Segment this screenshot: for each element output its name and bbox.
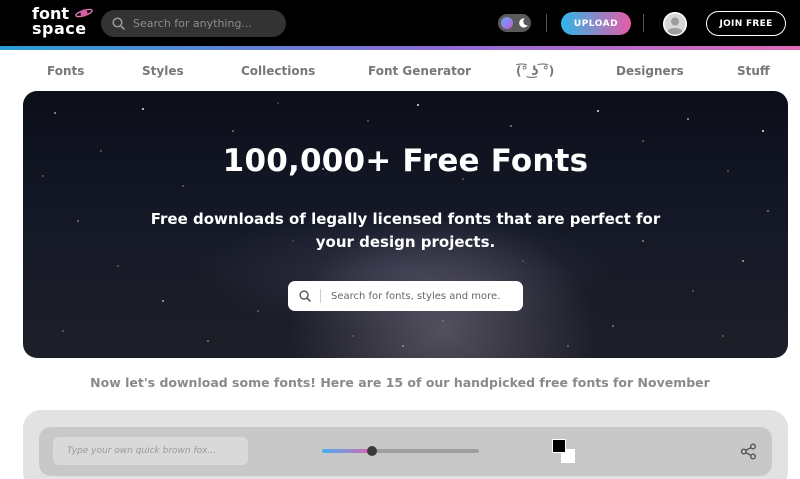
nav-item-font-generator[interactable]: Font Generator <box>368 64 471 78</box>
hero-subtitle: Free downloads of legally licensed fonts… <box>150 210 661 251</box>
search-icon <box>112 17 125 30</box>
nav-item-designers[interactable]: Designers <box>616 64 684 78</box>
planet-icon <box>75 8 93 18</box>
font-size-slider[interactable] <box>322 449 479 453</box>
hero-search-input[interactable] <box>331 290 511 302</box>
header-divider <box>546 14 547 32</box>
fontspace-logo[interactable]: font space <box>32 6 93 40</box>
nav-item-fonts[interactable]: Fonts <box>47 64 84 78</box>
header-search-bar[interactable] <box>101 10 286 37</box>
header-divider <box>643 14 644 32</box>
logo-text-space: space <box>32 19 87 38</box>
preview-text-input[interactable] <box>53 437 248 465</box>
top-header: font space UPLOAD JOIN FREE <box>0 0 800 46</box>
header-search-input[interactable] <box>133 17 273 30</box>
toggle-knob <box>501 17 513 29</box>
share-icon[interactable] <box>740 443 757 460</box>
handpicked-fonts-tagline: Now let's download some fonts! Here are … <box>90 375 710 390</box>
hero-title: 100,000+ Free Fonts <box>222 143 589 179</box>
search-divider <box>320 289 321 303</box>
moon-icon <box>519 18 528 28</box>
nav-item-styles[interactable]: Styles <box>142 64 184 78</box>
search-icon <box>299 290 311 302</box>
nav-item-stuff[interactable]: Stuff <box>737 64 770 78</box>
user-icon <box>663 12 687 36</box>
nav-item-collections[interactable]: Collections <box>241 64 315 78</box>
foreground-color-swatch[interactable] <box>552 439 566 453</box>
hero-search-bar[interactable] <box>288 281 523 311</box>
hero-banner: 100,000+ Free Fonts Free downloads of le… <box>23 91 788 358</box>
slider-fill <box>322 449 373 453</box>
nav-item-lenny-face[interactable]: (͡° ͜ʖ ͡°) <box>516 64 554 78</box>
dark-mode-toggle[interactable] <box>498 14 531 32</box>
main-nav: Fonts Styles Collections Font Generator … <box>0 50 800 92</box>
avatar[interactable] <box>663 12 687 36</box>
upload-button[interactable]: UPLOAD <box>561 12 631 35</box>
color-picker[interactable] <box>552 439 576 463</box>
join-free-button[interactable]: JOIN FREE <box>706 11 786 36</box>
